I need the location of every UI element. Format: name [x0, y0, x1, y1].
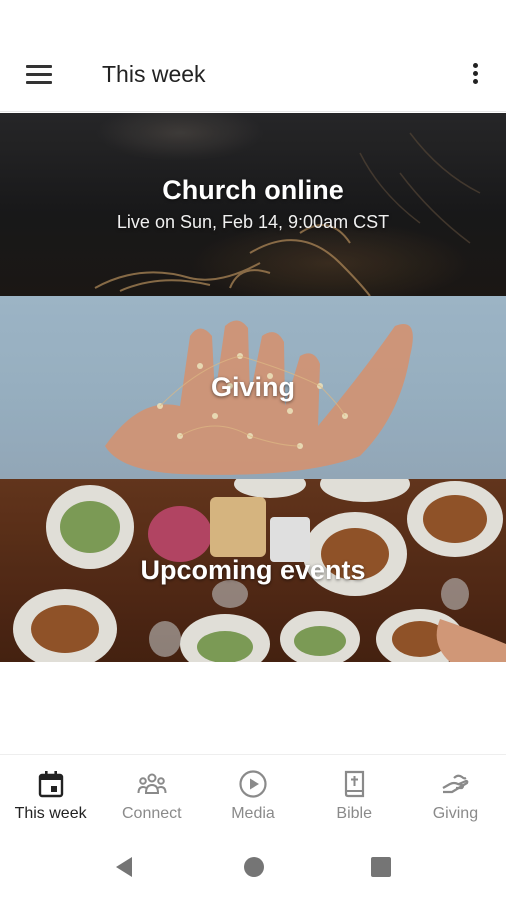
page-title: This week — [102, 61, 206, 87]
card-subtitle: Live on Sun, Feb 14, 9:00am CST — [116, 212, 390, 232]
home-circle-icon[interactable] — [242, 855, 266, 879]
card-giving[interactable]: Giving — [0, 296, 506, 479]
card-caption: Giving — [0, 372, 506, 403]
back-triangle-icon[interactable] — [112, 855, 136, 879]
card-caption: Church online Live on Sun, Feb 14, 9:00a… — [0, 175, 506, 233]
nav-item-media[interactable]: Media — [202, 755, 303, 830]
recents-square-icon[interactable] — [369, 855, 393, 879]
nav-label: Connect — [122, 805, 182, 822]
nav-item-this-week[interactable]: This week — [0, 755, 101, 830]
calendar-icon — [38, 771, 63, 798]
status-bar — [0, 0, 506, 40]
hamburger-menu-icon[interactable] — [22, 60, 58, 92]
nav-label: Media — [231, 805, 275, 822]
people-group-icon — [137, 773, 167, 794]
content-feed: Church online Live on Sun, Feb 14, 9:00a… — [0, 113, 506, 662]
system-navigation-bar — [0, 830, 506, 900]
card-title: Giving — [210, 372, 295, 402]
giving-hand-icon — [442, 774, 469, 794]
bible-book-icon — [345, 770, 365, 798]
bottom-navigation: This week Connect Media Bible Giving — [0, 754, 506, 830]
nav-label: This week — [14, 805, 87, 822]
nav-label: Bible — [336, 805, 372, 822]
card-title: Upcoming events — [140, 555, 366, 585]
card-church-online[interactable]: Church online Live on Sun, Feb 14, 9:00a… — [0, 113, 506, 296]
card-title: Church online — [162, 175, 344, 205]
card-caption: Upcoming events — [0, 555, 506, 586]
card-upcoming-events[interactable]: Upcoming events — [0, 479, 506, 662]
nav-item-giving[interactable]: Giving — [405, 755, 506, 830]
nav-label: Giving — [432, 805, 479, 822]
nav-item-bible[interactable]: Bible — [304, 755, 405, 830]
more-vert-icon[interactable] — [462, 58, 490, 94]
play-circle-icon — [239, 770, 267, 798]
app-bar: This week — [0, 40, 506, 112]
nav-item-connect[interactable]: Connect — [101, 755, 202, 830]
